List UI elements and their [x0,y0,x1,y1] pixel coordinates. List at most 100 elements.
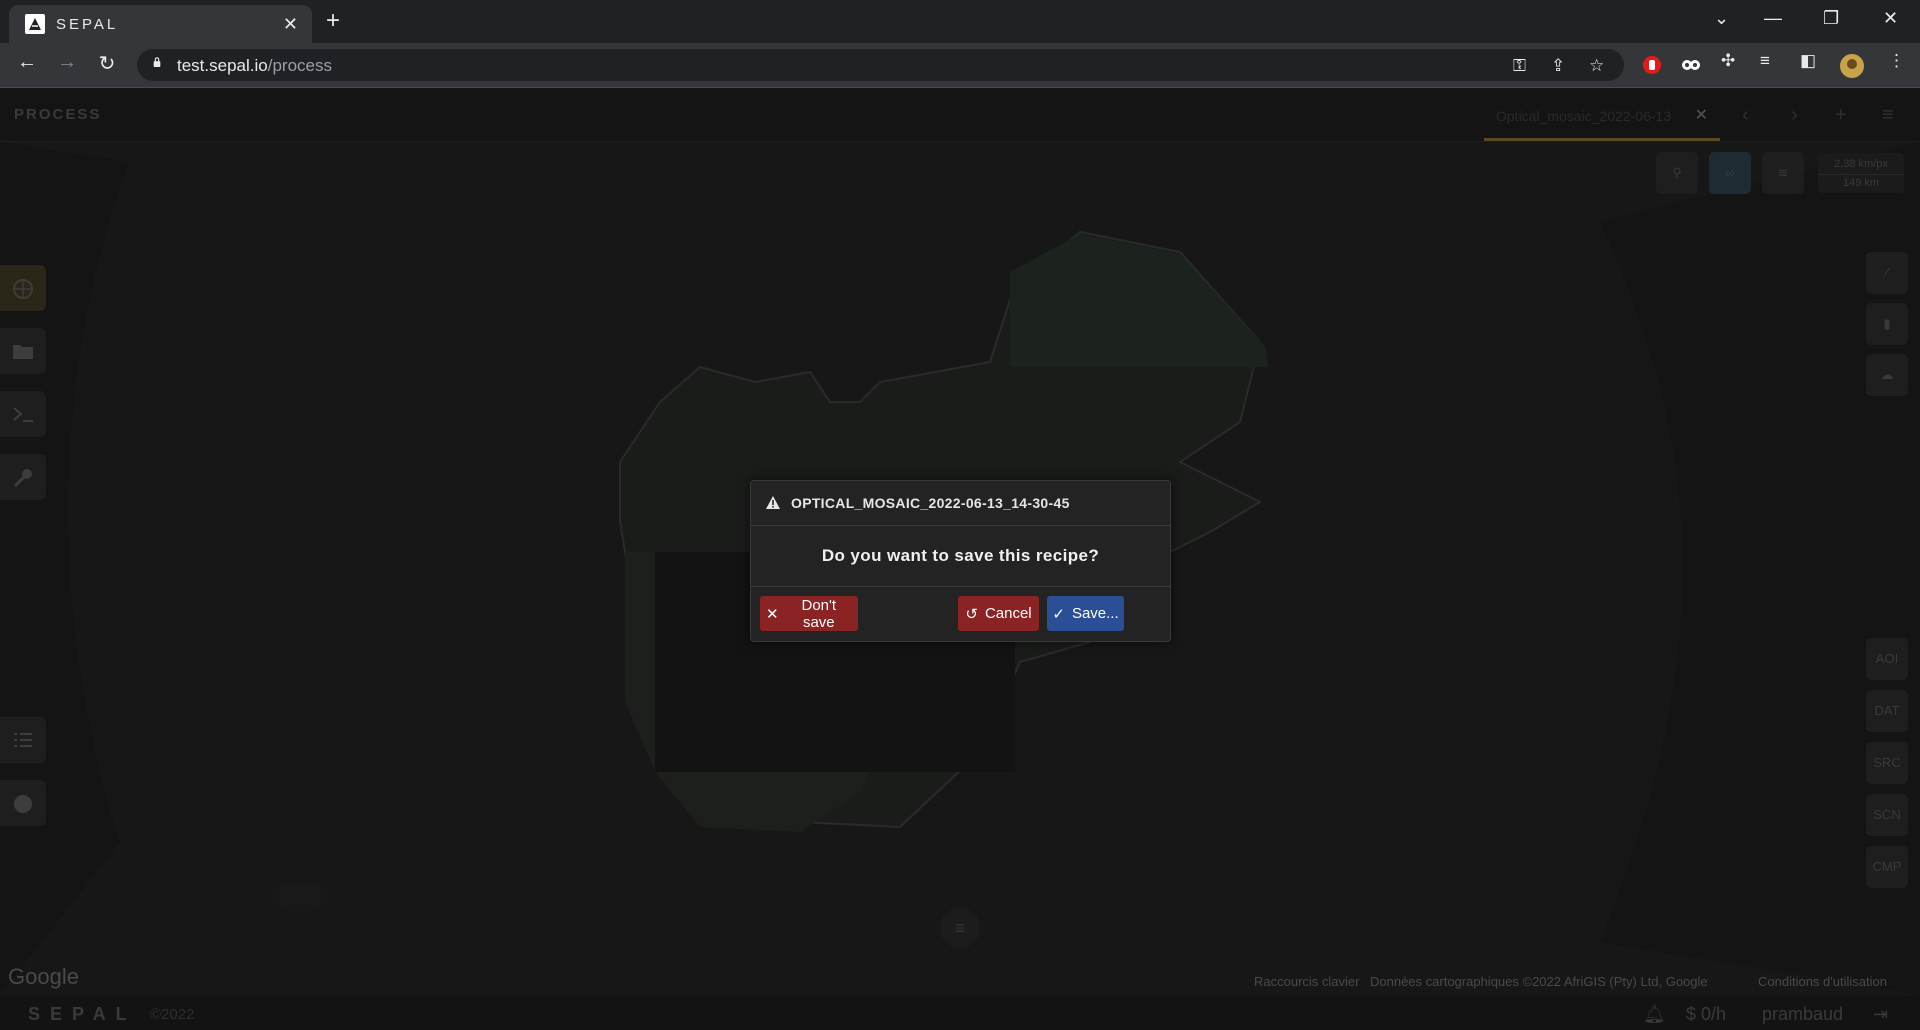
panel-scn-button[interactable]: SCN [1866,794,1908,836]
notifications-bell-icon[interactable]: 🔔︎ [1643,1004,1666,1025]
panel-aoi-button[interactable]: AOI [1866,638,1908,680]
cancel-label: Cancel [984,605,1032,622]
menu-icon[interactable]: ≡ [1882,104,1894,127]
lock-icon [153,57,161,67]
browser-tabbar: SEPAL ✕ + ⌄ — ❐ ✕ [0,0,1920,43]
trash-icon: ▮ [1883,316,1891,331]
link-icon: ∞ [1725,165,1735,180]
keyboard-shortcuts-link[interactable]: Raccourcis clavier [1254,974,1359,989]
layers-icon: ≋ [1777,165,1789,180]
wrench-icon [13,469,32,488]
retrieve-button[interactable]: ☁ [1866,354,1908,396]
browser-tab[interactable]: SEPAL ✕ [9,5,312,43]
reload-icon[interactable]: ↻ [93,51,121,76]
dont-save-button[interactable]: ✕ Don't save [760,596,858,631]
dialog-body: Do you want to save this recipe? [751,526,1170,587]
dont-save-label: Don't save [801,596,837,631]
google-logo: Google [8,964,79,989]
search-icon: ⚲ [1672,165,1682,180]
globe-button[interactable] [0,265,46,311]
share-icon[interactable]: ⇪ [1551,56,1565,76]
save-recipe-dialog: OPTICAL_MOSAIC_2022-06-13_14-30-45 Do yo… [750,480,1171,642]
tasks-button[interactable] [0,717,46,763]
help-icon [14,795,32,813]
warning-icon [766,496,780,509]
recipe-tab-close-icon[interactable]: ✕ [1695,105,1708,125]
minimize-icon[interactable]: — [1764,8,1782,29]
next-tab-icon[interactable]: › [1791,104,1798,127]
terminal-button[interactable] [0,391,46,437]
tasks-list-icon [14,733,32,747]
globe-icon [13,279,33,299]
eyes-extension-icon[interactable] [1681,55,1701,75]
recipe-tab-label: Optical_mosaic_2022-06-13 [1496,108,1672,124]
browser-menu-icon[interactable]: ⋮ [1888,51,1905,71]
magic-wand-button[interactable]: ⁄ [1866,252,1908,294]
side-panel-icon[interactable]: ◧ [1800,51,1816,71]
previous-tab-icon[interactable]: ‹ [1742,104,1749,127]
dialog-header: OPTICAL_MOSAIC_2022-06-13_14-30-45 [751,481,1170,526]
budget-usage[interactable]: $ 0/h [1686,1004,1726,1025]
panel-aoi-label: AOI [1875,651,1899,666]
recipe-tab[interactable]: Optical_mosaic_2022-06-13 ✕ [1484,92,1720,141]
panel-src-label: SRC [1873,755,1901,770]
dialog-title: OPTICAL_MOSAIC_2022-06-13_14-30-45 [791,495,1070,511]
map-scale: 2,38 km/px 149 km [1818,153,1904,193]
delete-button[interactable]: ▮ [1866,303,1908,345]
footer-copyright: ©2022 [150,1006,195,1023]
extensions-puzzle-icon[interactable]: ✣ [1721,51,1735,71]
restore-icon[interactable]: ❐ [1823,8,1839,29]
app-header: PROCESS Optical_mosaic_2022-06-13 ✕ ‹ › … [0,88,1920,142]
tab-search-icon[interactable]: ⌄ [1714,8,1729,29]
search-place-button[interactable]: ⚲ [1656,152,1698,194]
address-bar[interactable]: test.sepal.io/process ⚿ ⇪ ☆ [137,49,1624,81]
terms-of-use-link[interactable]: Conditions d'utilisation [1758,974,1887,989]
panel-scn-label: SCN [1873,807,1901,822]
cloud-download-icon: ☁ [1880,367,1894,382]
add-recipe-icon[interactable]: + [1835,104,1847,127]
tab-title: SEPAL [56,15,119,33]
save-label: Save... [1071,605,1119,622]
dialog-question: Do you want to save this recipe? [821,546,1100,565]
sepal-favicon-icon [25,14,45,34]
panel-cmp-button[interactable]: CMP [1866,846,1908,888]
check-icon: ✓ [1052,605,1065,623]
footer-logo: SEPAL [28,1004,137,1024]
panel-dat-button[interactable]: DAT [1866,690,1908,732]
new-tab-button[interactable]: + [326,7,340,35]
scale-distance: 149 km [1818,174,1904,189]
browser-toolbar: ← → ↻ test.sepal.io/process ⚿ ⇪ ☆ ✣ ≡ ◧ … [0,43,1920,88]
browse-files-button[interactable] [0,328,46,374]
bottom-panel-handle-icon[interactable]: ≡ [940,908,980,948]
folder-icon [13,345,33,359]
logout-icon[interactable]: ⇥ [1873,1004,1888,1025]
key-icon[interactable]: ⚿ [1513,56,1526,76]
adblock-extension-icon[interactable] [1643,55,1661,75]
bookmark-star-icon[interactable]: ☆ [1589,56,1604,76]
username[interactable]: prambaud [1762,1004,1843,1025]
section-title: PROCESS [14,106,102,123]
media-queue-icon[interactable]: ≡ [1760,51,1770,71]
layers-button[interactable]: ≋ [1762,152,1804,194]
panel-dat-label: DAT [1874,703,1900,718]
cancel-button[interactable]: ↺ Cancel [958,596,1039,631]
scale-per-pixel: 2,38 km/px [1834,158,1888,170]
link-maps-button[interactable]: ∞ [1709,152,1751,194]
panel-cmp-label: CMP [1872,859,1902,874]
tab-close-icon[interactable]: ✕ [283,14,298,34]
app-footer: SEPAL ©2022 🔔︎ $ 0/h prambaud ⇥ [0,996,1920,1030]
terminal-icon [13,407,33,422]
close-icon: ✕ [766,605,779,623]
apps-button[interactable] [0,454,46,500]
help-button[interactable] [0,780,46,826]
magic-wand-icon: ⁄ [1885,265,1889,280]
back-icon[interactable]: ← [13,51,41,74]
profile-avatar[interactable] [1840,54,1864,78]
undo-icon: ↺ [965,605,978,623]
panel-src-button[interactable]: SRC [1866,742,1908,784]
save-button[interactable]: ✓ Save... [1047,596,1124,631]
url-text: test.sepal.io/process [177,56,332,75]
close-window-icon[interactable]: ✕ [1883,8,1898,29]
map-data-attribution: Données cartographiques ©2022 AfriGIS (P… [1370,974,1708,989]
forward-icon[interactable]: → [53,51,81,74]
